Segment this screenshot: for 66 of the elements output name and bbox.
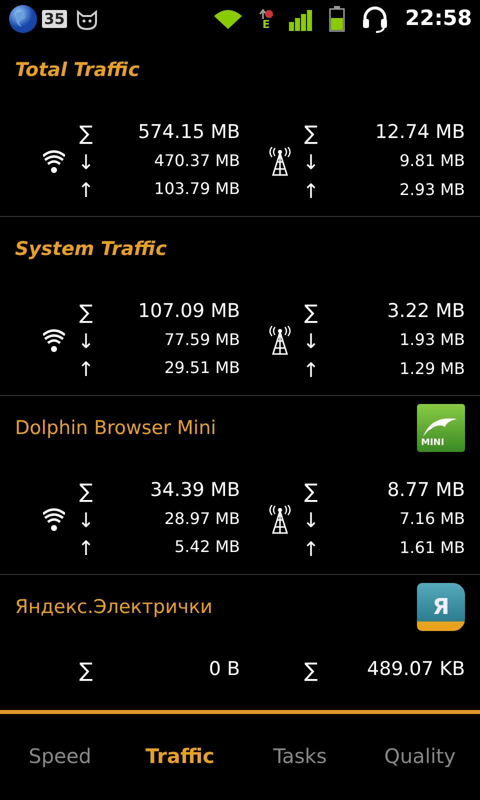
headset-icon [361,5,390,33]
antenna-icon [268,146,292,176]
symbol: ∑ [303,299,319,326]
traffic-value: 3.22 MB [386,299,465,324]
symbol: ↓ [302,507,320,533]
tab[interactable]: Traffic [120,741,240,771]
traffic-value: 5.42 MB [174,536,240,558]
symbol: ∑ [78,657,94,684]
traffic-value: 9.81 MB [398,150,465,172]
traffic-value: 107.09 MB [137,299,240,324]
symbol: ↑ [76,177,96,204]
traffic-value: 12.74 MB [374,120,465,145]
symbol: ∑ [78,299,94,326]
clock: 22:58 [405,5,472,32]
section-title: System Traffic [15,236,167,262]
symbol: ∑ [78,478,94,504]
symbol: ↑ [76,356,96,382]
traffic-value: 489.07 KB [366,657,465,682]
symbol: ↑ [76,535,96,562]
symbol: ∑ [303,657,319,684]
cat-icon [74,8,99,31]
tab[interactable]: Speed [0,741,120,771]
traffic-value: 2.93 MB [398,178,465,200]
battery-icon [329,6,346,32]
symbol: ↓ [76,148,96,175]
traffic-value: 1.93 MB [398,329,465,351]
traffic-value: 1.61 MB [398,536,465,558]
traffic-value: 1.29 MB [398,358,465,380]
symbol: ∑ [303,478,319,504]
antenna-icon [268,504,292,534]
wifi-icon [43,148,65,173]
tab[interactable]: Quality [360,741,480,771]
app-name: Яндекс.Электрички [15,594,213,620]
battery-badge: 35 [42,10,67,28]
globe-icon [8,4,38,34]
section-title: Total Traffic [15,58,140,83]
wifi-icon [43,328,65,352]
symbol: ↓ [302,149,320,175]
symbol: ↑ [302,356,320,382]
traffic-value: 7.16 MB [398,508,465,530]
symbol: ↓ [76,328,96,354]
symbol: ∑ [303,120,319,146]
traffic-value: 29.51 MB [163,357,240,380]
upload-icon [259,8,274,18]
symbol: ↑ [302,536,320,562]
tab[interactable]: Tasks [240,741,360,771]
app-icon: Я [417,583,465,631]
traffic-value: 470.37 MB [153,150,240,172]
symbol: ∑ [78,120,94,146]
traffic-value: 77.59 MB [163,328,240,351]
symbol: ↓ [76,506,96,533]
symbol: ↑ [302,178,320,204]
signal-icon [289,8,314,31]
app-icon-label: MINI [421,439,444,448]
traffic-value: 574.15 MB [137,120,240,146]
wifi-icon [213,8,244,30]
network-type: E [262,18,270,30]
app-name: Dolphin Browser Mini [15,416,216,441]
antenna-icon [268,326,292,354]
wifi-icon [43,506,65,531]
traffic-value: 0 B [208,657,240,682]
traffic-value: 34.39 MB [149,478,240,504]
traffic-value: 103.79 MB [153,178,240,200]
traffic-value: 8.77 MB [386,478,465,503]
symbol: ↓ [302,328,320,354]
traffic-value: 28.97 MB [163,508,240,530]
